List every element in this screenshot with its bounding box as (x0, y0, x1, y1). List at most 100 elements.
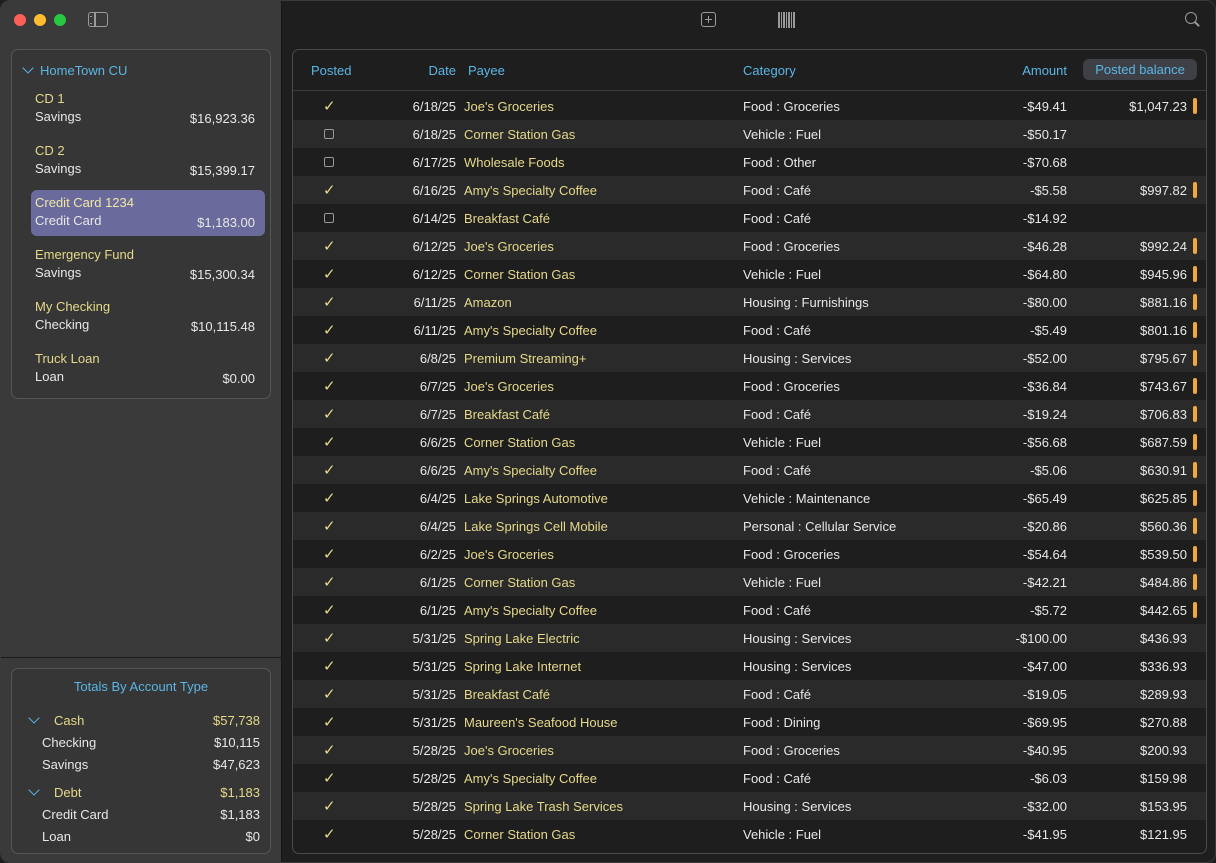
posted-check-icon[interactable]: ✓ (323, 181, 337, 199)
posted-check-icon[interactable]: ✓ (323, 97, 337, 115)
table-row[interactable]: ✓ 5/28/25 Corner Station Gas Vehicle : Fuel… (293, 820, 1206, 848)
posted-check-icon[interactable]: ✓ (323, 489, 337, 507)
table-row[interactable]: 6/17/25 Wholesale Foods Food : Other -$70.6… (293, 148, 1206, 176)
posted-check-icon[interactable]: ✓ (323, 657, 337, 675)
table-row[interactable]: ✓ 6/1/25 Corner Station Gas Vehicle : Fuel -… (293, 568, 1206, 596)
account-item[interactable]: Credit Card 1234 Credit Card $1,183.00 (31, 190, 265, 236)
posted-check-icon[interactable]: ✓ (323, 685, 337, 703)
posted-check-icon[interactable]: ✓ (323, 825, 337, 843)
table-row[interactable]: ✓ 6/11/25 Amazon Housing : Furnishings -$80.… (293, 288, 1206, 316)
category-cell: Housing : Services (743, 799, 852, 814)
posted-check-icon[interactable]: ✓ (323, 601, 337, 619)
posted-check-icon[interactable]: ✓ (323, 377, 337, 395)
search-icon[interactable] (1185, 12, 1199, 26)
table-row[interactable]: ✓ 6/4/25 Lake Springs Automotive Vehicle : … (293, 484, 1206, 512)
column-header-amount[interactable]: Amount (1022, 63, 1067, 78)
table-row[interactable]: ✓ 6/18/25 Joe's Groceries Food : Groceries -… (293, 92, 1206, 120)
posted-check-icon[interactable]: ✓ (323, 433, 337, 451)
account-item[interactable]: Emergency Fund Savings $15,300.34 (31, 242, 265, 288)
table-row[interactable]: ✓ 6/11/25 Amy's Specialty Coffee Food : Caf… (293, 316, 1206, 344)
table-row[interactable]: ✓ 5/28/25 Spring Lake Trash Services Housin… (293, 792, 1206, 820)
balance-marker (1193, 490, 1197, 506)
amount-cell: -$19.05 (1022, 687, 1067, 702)
posted-check-icon[interactable]: ✓ (323, 461, 337, 479)
table-row[interactable]: ✓ 6/6/25 Corner Station Gas Vehicle : Fuel -… (293, 428, 1206, 456)
posted-check-icon[interactable]: ✓ (323, 797, 337, 815)
amount-cell: -$65.49 (1022, 491, 1067, 506)
account-item[interactable]: My Checking Checking $10,115.48 (31, 294, 265, 340)
totals-group-row[interactable]: Cash $57,738 (12, 712, 270, 731)
table-row[interactable]: ✓ 6/4/25 Lake Springs Cell Mobile Personal … (293, 512, 1206, 540)
zoom-window-button[interactable] (54, 14, 66, 26)
posted-check-icon[interactable]: ✓ (323, 517, 337, 535)
add-transaction-icon[interactable] (701, 12, 716, 27)
account-item[interactable]: Truck Loan Loan $0.00 (31, 346, 265, 392)
table-row[interactable]: ✓ 6/7/25 Joe's Groceries Food : Groceries -$… (293, 372, 1206, 400)
posted-check-icon[interactable]: ✓ (323, 545, 337, 563)
column-header-category[interactable]: Category (743, 63, 796, 78)
unposted-checkbox[interactable] (323, 209, 337, 225)
date-cell: 5/31/25 (412, 687, 456, 702)
payee-cell: Breakfast Café (464, 211, 550, 226)
table-row[interactable]: ✓ 5/31/25 Breakfast Café Food : Café -$19.05… (293, 680, 1206, 708)
table-row[interactable]: ✓ 5/28/25 Joe's Groceries Food : Groceries -… (293, 736, 1206, 764)
table-row[interactable]: 6/18/25 Corner Station Gas Vehicle : Fuel -… (293, 120, 1206, 148)
minimize-window-button[interactable] (34, 14, 46, 26)
posted-balance-cell: $706.83 (1140, 407, 1187, 422)
main-area: Posted Date Payee Category Amount Posted… (282, 1, 1215, 862)
close-window-button[interactable] (14, 14, 26, 26)
payee-cell: Joe's Groceries (464, 743, 554, 758)
payee-cell: Corner Station Gas (464, 827, 576, 842)
table-row[interactable]: ✓ 5/31/25 Spring Lake Electric Housing : Se… (293, 624, 1206, 652)
account-item[interactable]: CD 2 Savings $15,399.17 (31, 138, 265, 184)
bank-group-header[interactable]: HomeTown CU (22, 62, 127, 78)
chevron-down-icon (22, 62, 34, 74)
posted-balance-cell: $289.93 (1140, 687, 1187, 702)
amount-cell: -$52.00 (1022, 351, 1067, 366)
checkbox-icon (324, 129, 334, 139)
posted-check-icon[interactable]: ✓ (323, 769, 337, 787)
table-row[interactable]: ✓ 6/6/25 Amy's Specialty Coffee Food : Café… (293, 456, 1206, 484)
checkmark-icon: ✓ (323, 98, 336, 115)
posted-check-icon[interactable]: ✓ (323, 713, 337, 731)
column-header-payee[interactable]: Payee (468, 63, 505, 78)
table-row[interactable]: ✓ 6/2/25 Joe's Groceries Food : Groceries -$… (293, 540, 1206, 568)
table-row[interactable]: ✓ 6/1/25 Amy's Specialty Coffee Food : Café… (293, 596, 1206, 624)
column-header-posted-balance[interactable]: Posted balance (1083, 59, 1197, 80)
unposted-checkbox[interactable] (323, 153, 337, 169)
posted-check-icon[interactable]: ✓ (323, 349, 337, 367)
amount-cell: -$54.64 (1022, 547, 1067, 562)
totals-group-row[interactable]: Debt $1,183 (12, 784, 270, 803)
checkmark-icon: ✓ (323, 378, 336, 395)
posted-check-icon[interactable]: ✓ (323, 237, 337, 255)
barcode-icon[interactable] (778, 12, 796, 28)
date-cell: 5/31/25 (412, 715, 456, 730)
table-row[interactable]: ✓ 5/31/25 Spring Lake Internet Housing : Se… (293, 652, 1206, 680)
posted-check-icon[interactable]: ✓ (323, 741, 337, 759)
account-balance: $15,300.34 (189, 267, 255, 282)
titlebar (1, 1, 282, 39)
table-row[interactable]: ✓ 6/8/25 Premium Streaming+ Housing : Servi… (293, 344, 1206, 372)
table-row[interactable]: ✓ 6/7/25 Breakfast Café Food : Café -$19.24 $… (293, 400, 1206, 428)
column-header-date[interactable]: Date (429, 63, 456, 78)
sidebar-toggle-icon[interactable] (88, 12, 108, 27)
account-item[interactable]: CD 1 Savings $16,923.36 (31, 86, 265, 132)
posted-check-icon[interactable]: ✓ (323, 321, 337, 339)
posted-check-icon[interactable]: ✓ (323, 573, 337, 591)
table-row[interactable]: 6/14/25 Breakfast Café Food : Café -$14.92 (293, 204, 1206, 232)
posted-balance-cell: $560.36 (1140, 519, 1187, 534)
column-header-posted[interactable]: Posted (311, 63, 351, 78)
table-row[interactable]: ✓ 6/12/25 Corner Station Gas Vehicle : Fuel… (293, 260, 1206, 288)
posted-check-icon[interactable]: ✓ (323, 265, 337, 283)
table-row[interactable]: ✓ 6/16/25 Amy's Specialty Coffee Food : Caf… (293, 176, 1206, 204)
posted-check-icon[interactable]: ✓ (323, 293, 337, 311)
posted-check-icon[interactable]: ✓ (323, 405, 337, 423)
unposted-checkbox[interactable] (323, 125, 337, 141)
posted-balance-cell: $484.86 (1140, 575, 1187, 590)
category-cell: Food : Café (743, 407, 811, 422)
posted-check-icon[interactable]: ✓ (323, 629, 337, 647)
table-row[interactable]: ✓ 6/12/25 Joe's Groceries Food : Groceries -… (293, 232, 1206, 260)
table-row[interactable]: ✓ 5/28/25 Amy's Specialty Coffee Food : Caf… (293, 764, 1206, 792)
balance-marker (1193, 434, 1197, 450)
table-row[interactable]: ✓ 5/31/25 Maureen's Seafood House Food : Di… (293, 708, 1206, 736)
